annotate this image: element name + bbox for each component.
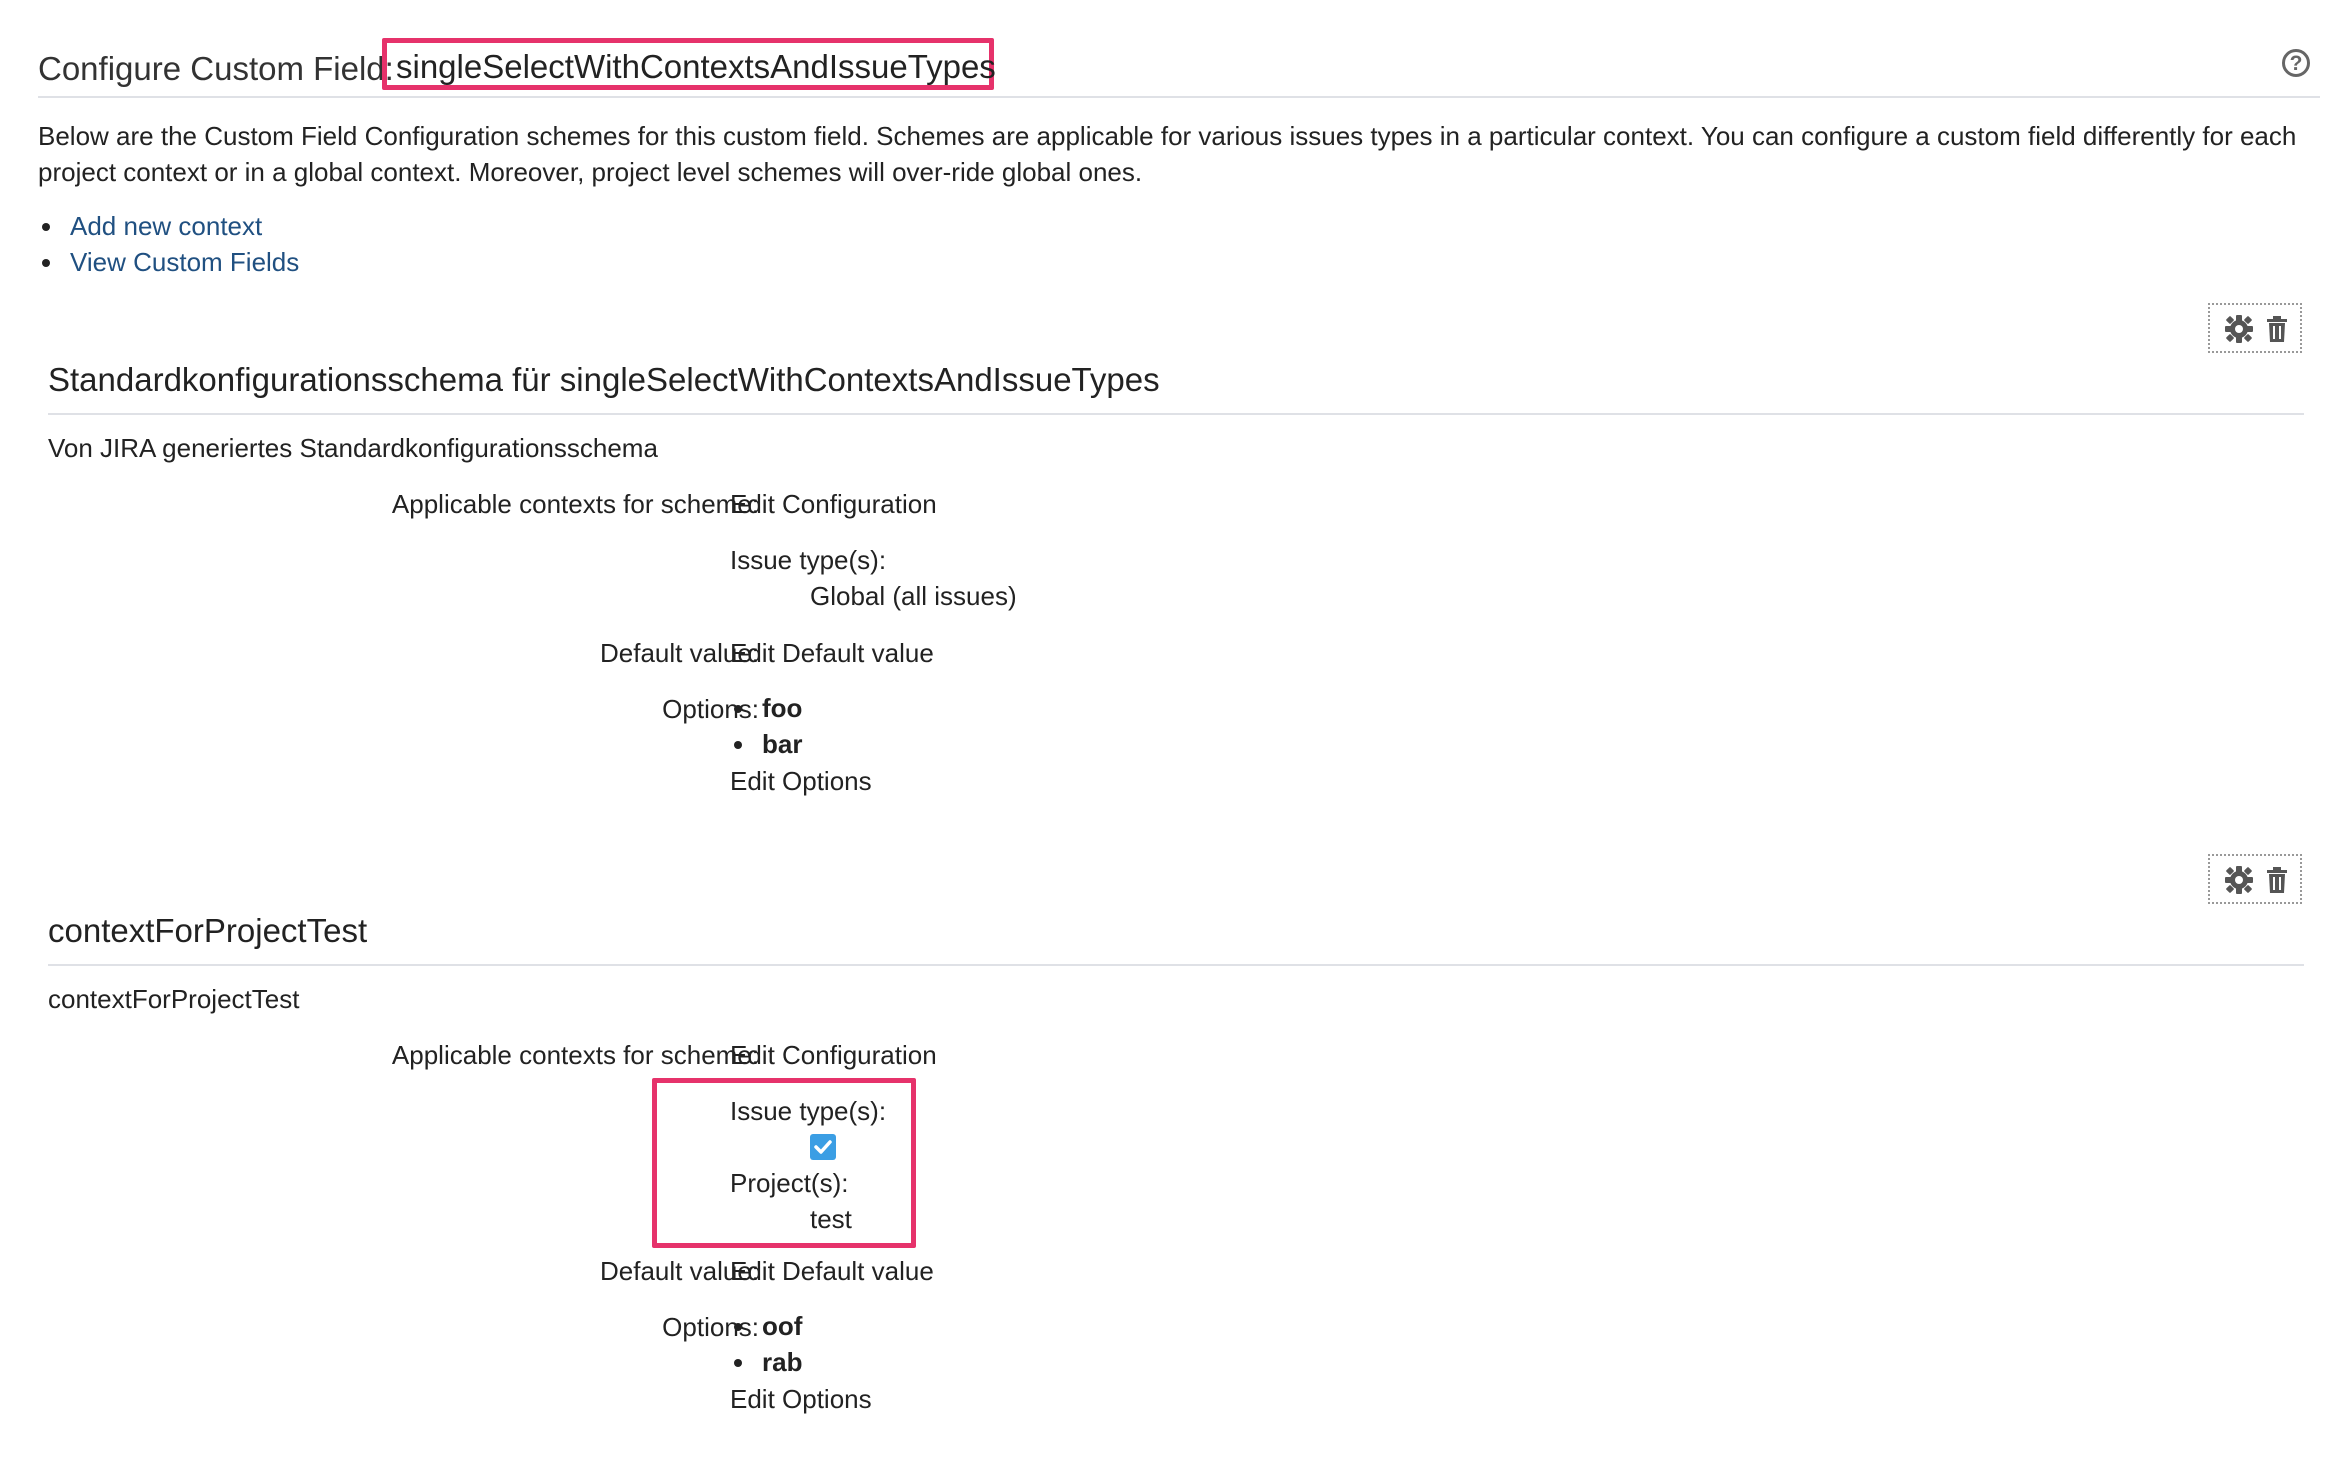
- scheme-title: Standardkonfigurationsschema für singleS…: [48, 361, 2304, 415]
- option-item: rab: [730, 1344, 802, 1380]
- edit-default-value-link[interactable]: Edit Default value: [730, 1256, 934, 1287]
- issue-types-value: Global (all issues): [810, 581, 1017, 611]
- contexts-label: Applicable contexts for scheme:: [391, 489, 759, 519]
- scheme-panel-project: contextForProjectTest contextForProjectT…: [48, 854, 2304, 1414]
- question-circle-icon[interactable]: ?: [2282, 49, 2310, 77]
- trash-icon[interactable]: [2266, 315, 2288, 343]
- option-item: bar: [730, 726, 802, 762]
- top-link-item: Add new context: [38, 208, 299, 244]
- options-list: oof rab: [730, 1308, 802, 1380]
- edit-options-link[interactable]: Edit Options: [730, 766, 872, 797]
- scheme-description: contextForProjectTest: [48, 984, 300, 1014]
- issue-types-label: Issue type(s):: [730, 545, 887, 575]
- field-name-highlight: singleSelectWithContextsAndIssueTypes: [382, 38, 996, 90]
- option-item: foo: [730, 690, 802, 726]
- issue-type-project-highlight: [652, 1078, 916, 1248]
- edit-configuration-link[interactable]: Edit Configuration: [730, 1040, 937, 1071]
- top-link-item: View Custom Fields: [38, 244, 299, 280]
- gear-icon[interactable]: [2224, 314, 2254, 344]
- scheme-title: contextForProjectTest: [48, 912, 2304, 966]
- gear-icon[interactable]: [2224, 865, 2254, 895]
- scheme-actions: [2208, 303, 2302, 353]
- edit-default-value-link[interactable]: Edit Default value: [730, 638, 934, 669]
- scheme-panel-default: Standardkonfigurationsschema für singleS…: [48, 303, 2304, 823]
- title-prefix: Configure Custom Field:: [38, 50, 394, 87]
- scheme-description: Von JIRA generiertes Standardkonfigurati…: [48, 433, 658, 463]
- page-description: Below are the Custom Field Configuration…: [38, 121, 2297, 187]
- trash-icon[interactable]: [2266, 866, 2288, 894]
- option-item: oof: [730, 1308, 802, 1344]
- field-name: singleSelectWithContextsAndIssueTypes: [396, 48, 996, 85]
- view-custom-fields-link[interactable]: View Custom Fields: [70, 247, 299, 277]
- top-links: Add new context View Custom Fields: [38, 208, 299, 280]
- edit-options-link[interactable]: Edit Options: [730, 1384, 872, 1415]
- add-new-context-link[interactable]: Add new context: [70, 211, 262, 241]
- scheme-actions: [2208, 854, 2302, 904]
- contexts-label: Applicable contexts for scheme:: [391, 1040, 759, 1070]
- options-list: foo bar: [730, 690, 802, 762]
- page-header: Configure Custom Field: singleSelectWith…: [38, 38, 2320, 98]
- page-title: Configure Custom Field:: [38, 50, 394, 88]
- edit-configuration-link[interactable]: Edit Configuration: [730, 489, 937, 520]
